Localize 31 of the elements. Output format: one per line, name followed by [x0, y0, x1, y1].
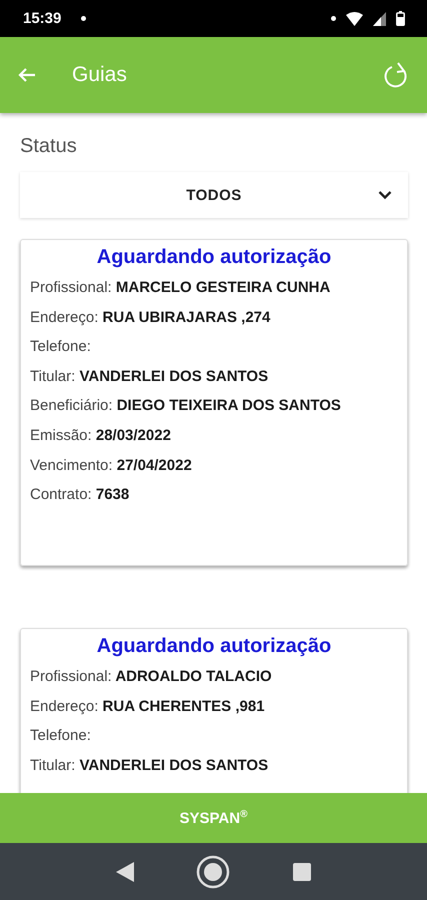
guide-status: Aguardando autorização [96, 635, 332, 658]
detail-line: Profissional: ADROALDO TALACIO [30, 667, 273, 687]
back-nav-icon[interactable] [116, 862, 134, 882]
detail-line: Telefone: [30, 337, 92, 358]
guide-card[interactable] [20, 239, 408, 566]
detail-line: Contrato: 7638 [30, 485, 130, 506]
detail-line: Telefone: [30, 726, 92, 746]
recents-nav-icon[interactable] [292, 862, 311, 880]
back-arrow-icon [18, 67, 36, 83]
detail-line: Titular: VANDERLEI DOS SANTOS [30, 756, 270, 776]
refresh-icon [383, 61, 409, 89]
wifi-icon [346, 12, 363, 26]
home-nav-icon[interactable] [196, 854, 230, 888]
detail-line: Beneficiário: DIEGO TEIXEIRA DOS SANTOS [30, 396, 342, 416]
screen-title: Guias [72, 63, 128, 87]
detail-line: Endereço: RUA UBIRAJARAS ,274 [30, 308, 272, 328]
guide-status: Aguardando autorização [96, 246, 332, 269]
status-time: 15:39 [23, 10, 62, 27]
chevron-down-icon [378, 190, 392, 200]
notification-dot-icon [331, 16, 336, 21]
status-dropdown[interactable]: TODOS [20, 172, 408, 218]
detail-line: Endereço: RUA CHERENTES ,981 [30, 696, 266, 717]
detail-line: Profissional: MARCELO GESTEIRA CUNHA [30, 278, 332, 298]
signal-icon [373, 12, 386, 26]
battery-icon [396, 11, 405, 26]
detail-line: Emissão: 28/03/2022 [30, 426, 172, 446]
notification-dot-icon [81, 16, 86, 21]
detail-line: Titular: VANDERLEI DOS SANTOS [30, 366, 270, 387]
filter-label: Status [20, 135, 78, 158]
detail-line: Vencimento: 27/04/2022 [30, 456, 193, 476]
brand-text: SYSPAN$^{®}$ [180, 809, 248, 827]
